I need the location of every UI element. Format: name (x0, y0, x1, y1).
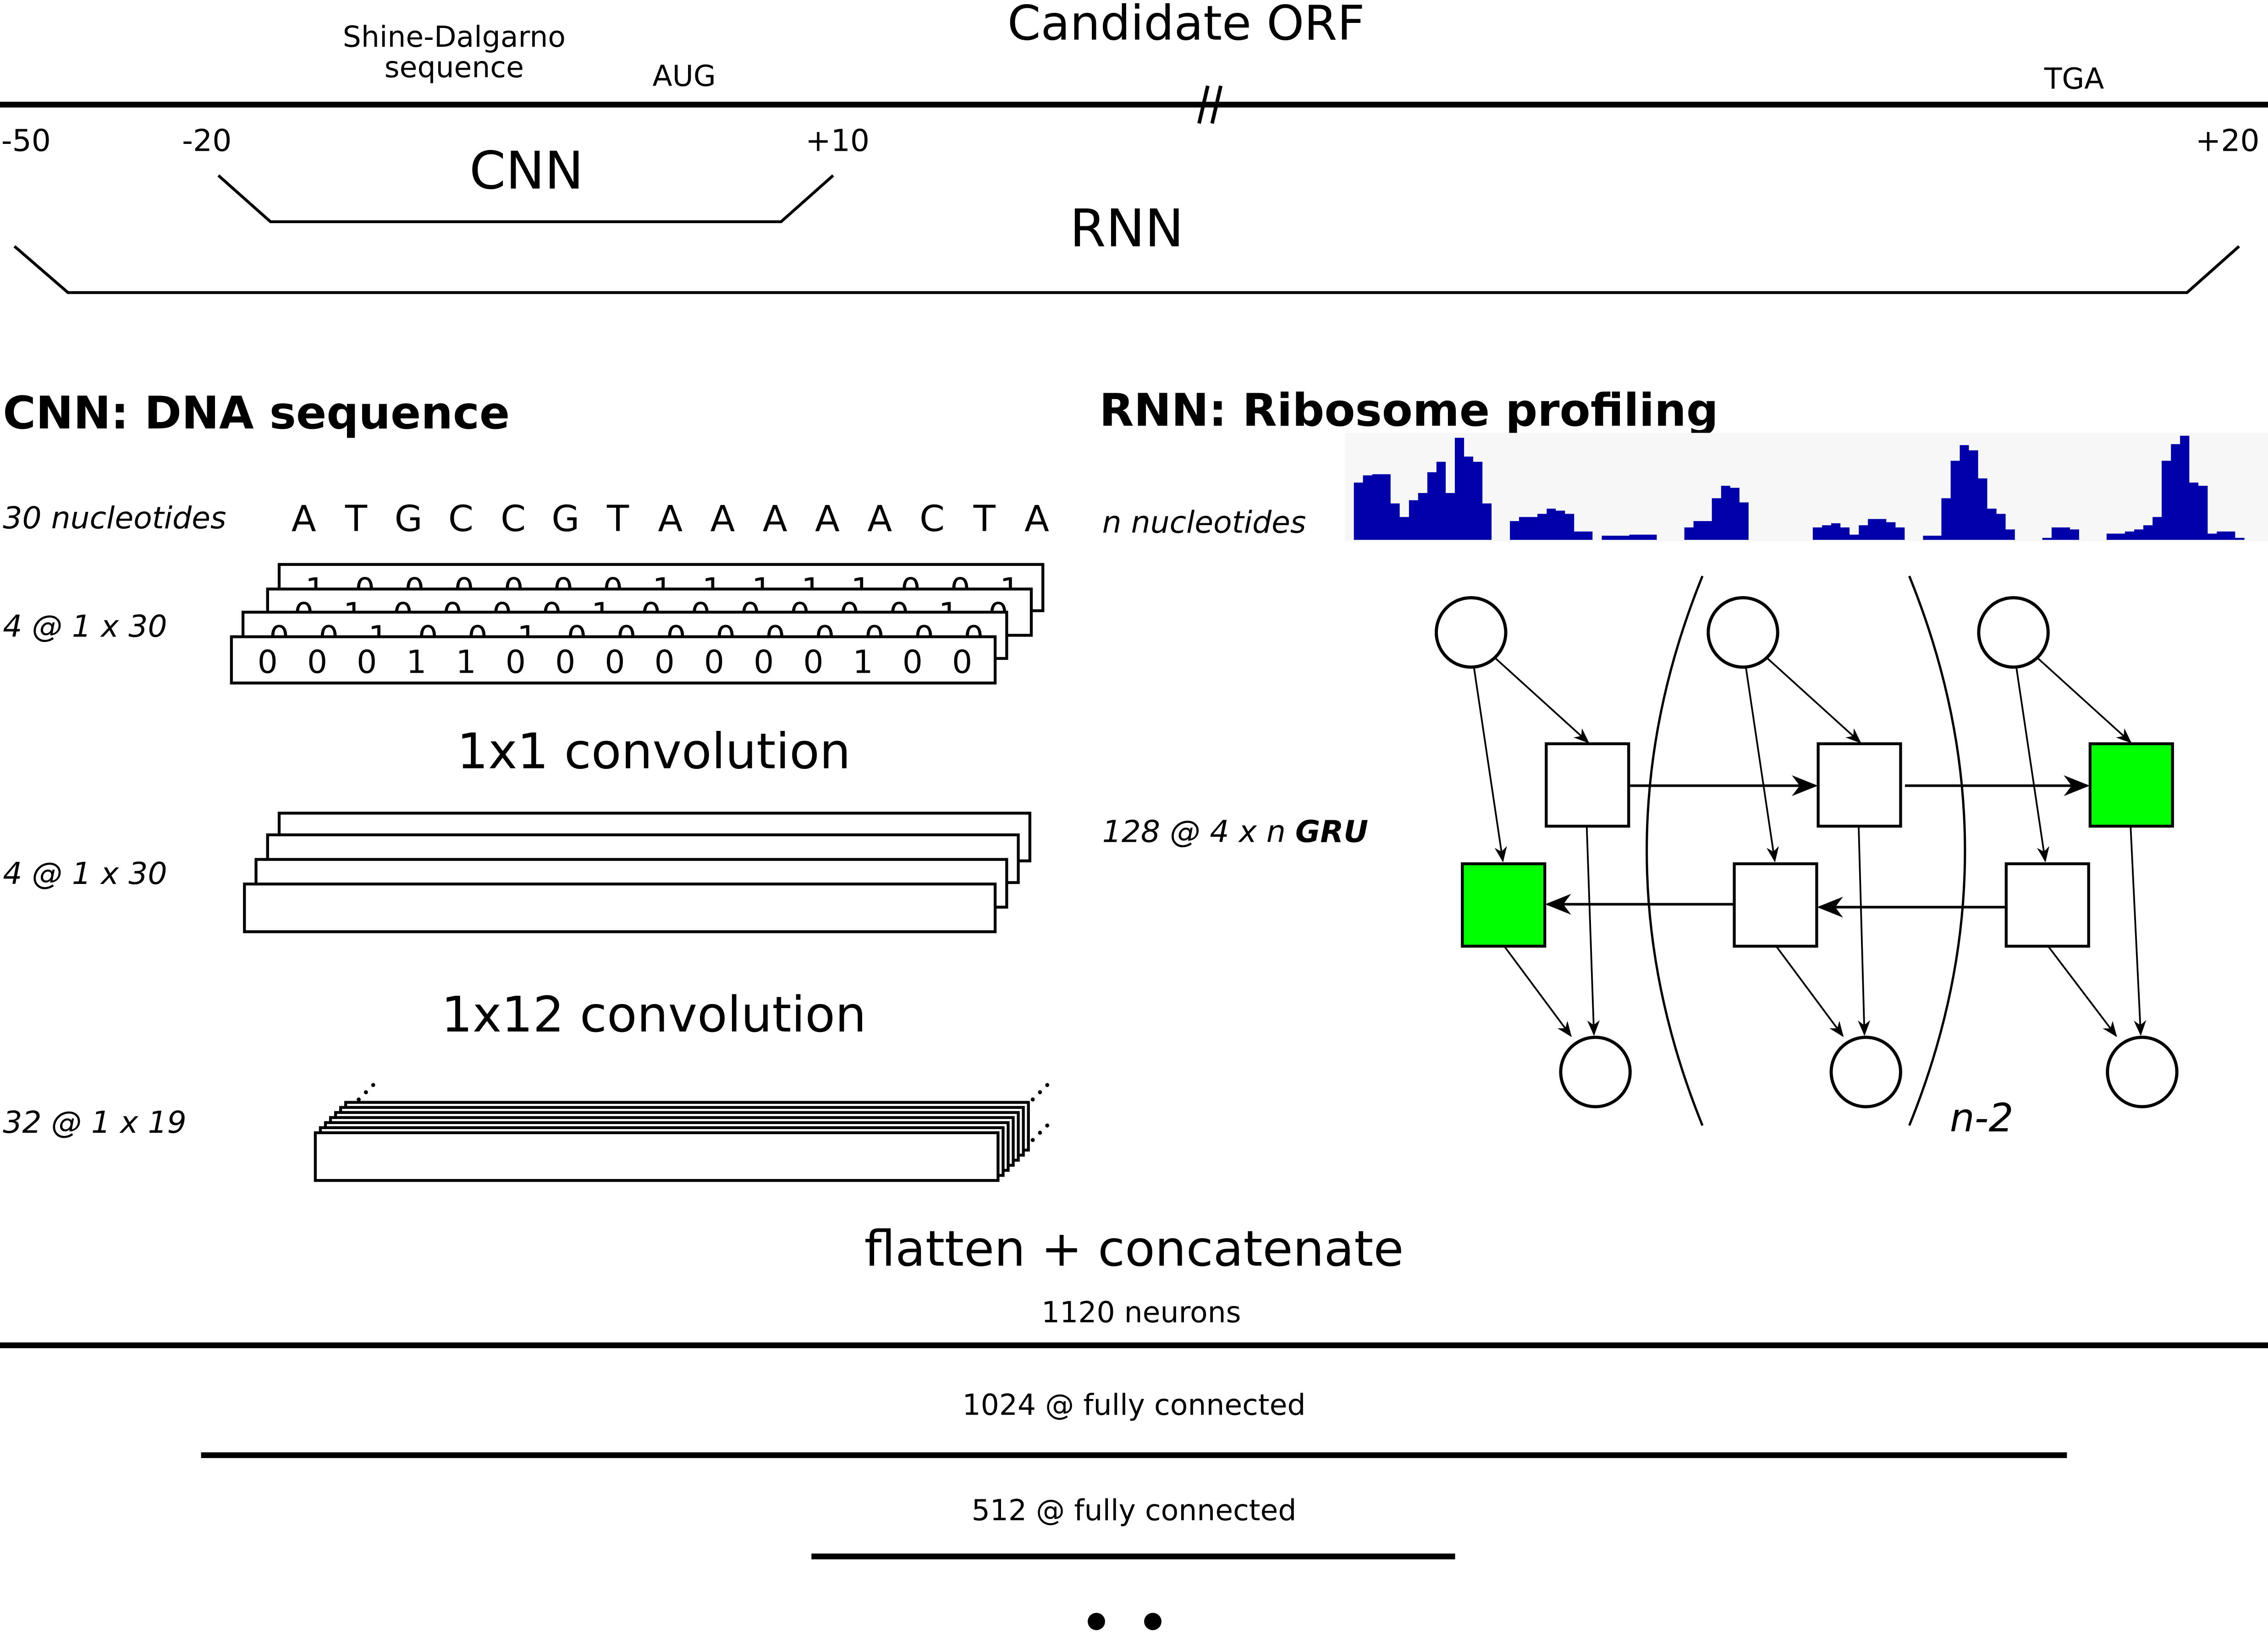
dense-layer-1-label: 1024 @ fully connected (963, 1388, 1306, 1421)
repeat-bracket-left (1646, 576, 1704, 1126)
conv1-output-label: 4 @ 1 x 30 (3, 856, 167, 891)
nucleotide: A (292, 498, 316, 540)
backward-gru-cell-final (1461, 862, 1547, 948)
nucleotide: A (867, 498, 892, 540)
merge-label: flatten + concatenate (864, 1220, 1404, 1278)
ellipsis-dot (357, 1097, 361, 1102)
nucleotide: T (973, 498, 996, 540)
onehot-value: 0 (506, 644, 526, 680)
ellipsis-dot (1045, 1123, 1050, 1128)
neuron-count-label: 1120 neurons (1041, 1295, 1241, 1329)
onehot-value: 0 (952, 644, 972, 680)
onehot-value: 0 (754, 644, 774, 680)
conv1-label: 1x1 convolution (457, 723, 851, 780)
rnn-branch: RNN: Ribosome profiling n nucleotides 12… (1099, 384, 2268, 1141)
rnn-span-label: RNN (1070, 198, 1184, 259)
repeat-bracket-right (1908, 576, 1966, 1126)
forward-gru-cell (1545, 742, 1630, 828)
input-node (1977, 596, 2050, 669)
shine-dalgarno-label: Shine-Dalgarno (343, 20, 566, 54)
backward-gru-cell (2004, 862, 2090, 948)
cnn-title: CNN: DNA sequence (3, 387, 510, 439)
position-minus-20: -20 (182, 122, 231, 158)
onehot-value: 0 (704, 644, 724, 680)
stop-codon-label: TGA (2044, 62, 2104, 96)
nucleotide: A (1024, 498, 1049, 540)
gru-label-type: GRU (1295, 814, 1368, 850)
cnn-rnn-architecture-diagram: Candidate ORF Shine-Dalgarno sequence AU… (0, 0, 2268, 1630)
repeat-count-label: n-2 (1950, 1096, 2014, 1141)
nucleotide: C (919, 498, 945, 540)
gru-label: 128 @ 4 x n GRU (1102, 814, 1369, 850)
onehot-value: 0 (357, 644, 377, 680)
onehot-value: 0 (655, 644, 675, 680)
conv2-feature-maps (314, 1083, 1050, 1182)
ellipsis-dot (363, 1090, 368, 1094)
output-node (1559, 1036, 1632, 1108)
output-node (1829, 1036, 1902, 1108)
nucleotide: A (658, 498, 683, 540)
ribosome-profile-track (1345, 433, 2268, 542)
nucleotide: G (551, 498, 579, 540)
nucleotide: C (501, 498, 526, 540)
orf-schematic: Candidate ORF Shine-Dalgarno sequence AU… (0, 0, 2268, 294)
shine-dalgarno-label-2: sequence (385, 50, 524, 84)
onehot-value: 1 (853, 644, 873, 680)
conv2-output-label: 32 @ 1 x 19 (3, 1104, 186, 1140)
orf-title: Candidate ORF (1007, 0, 1365, 51)
forward-gru-cell-final (2088, 742, 2174, 828)
onehot-value: 0 (307, 644, 327, 680)
output-node (2106, 1036, 2179, 1108)
dense-layer-2-label: 512 @ fully connected (972, 1493, 1297, 1527)
onehot-value: 1 (456, 644, 476, 680)
ellipsis-dot (1045, 1083, 1050, 1087)
position-plus-20: +20 (2196, 122, 2260, 158)
onehot-matrix-stack: 1000000111110010100001000000100010010000… (230, 563, 1045, 685)
cnn-branch: CNN: DNA sequence 30 nucleotides ATGCCGT… (3, 387, 1050, 1182)
conv2-feature-map (314, 1131, 1000, 1182)
nucleotide: A (710, 498, 735, 540)
conv2-label: 1x12 convolution (441, 986, 866, 1043)
ellipsis-dot (371, 1083, 375, 1087)
input-node (1707, 596, 1779, 669)
ellipsis-dot (1038, 1130, 1042, 1135)
position-plus-10: +10 (805, 122, 870, 158)
dna-sequence: ATGCCGTAAAAACTA (292, 498, 1049, 540)
ellipsis-dot (1038, 1090, 1042, 1094)
onehot-value: 0 (903, 644, 923, 680)
nucleotide: A (815, 498, 840, 540)
cnn-span-label: CNN (469, 140, 584, 201)
forward-gru-cell (1817, 742, 1902, 828)
onehot-value: 1 (406, 644, 426, 680)
nucleotide: T (606, 498, 629, 540)
conv1-feature-maps (243, 812, 1031, 933)
onehot-value: 0 (258, 644, 278, 680)
position-minus-50: -50 (1, 122, 51, 158)
onehot-value: 0 (555, 644, 575, 680)
feature-map (243, 883, 997, 933)
continuation-dots-icon (1088, 1613, 1162, 1630)
nucleotide: G (395, 498, 423, 540)
rnn-title: RNN: Ribosome profiling (1099, 384, 1718, 437)
nucleotide: C (448, 498, 473, 540)
nucleotide: A (763, 498, 787, 540)
cnn-input-label: 30 nucleotides (3, 500, 226, 536)
ellipsis-dot (1030, 1097, 1035, 1102)
onehot-value: 0 (605, 644, 625, 680)
rnn-input-label: n nucleotides (1102, 504, 1306, 540)
start-codon-label: AUG (652, 59, 716, 93)
ellipsis-dot (1030, 1138, 1035, 1142)
nucleotide: T (345, 498, 368, 540)
onehot-size-label: 4 @ 1 x 30 (3, 609, 167, 644)
merge-section: flatten + concatenate 1120 neurons 1024 … (0, 1220, 2268, 1630)
onehot-value: 0 (803, 644, 823, 680)
input-node (1435, 596, 1508, 669)
backward-gru-cell (1733, 862, 1818, 948)
gru-label-dims: 128 @ 4 x n (1102, 814, 1295, 850)
onehot-row-map: 000110000000100 (230, 635, 997, 685)
